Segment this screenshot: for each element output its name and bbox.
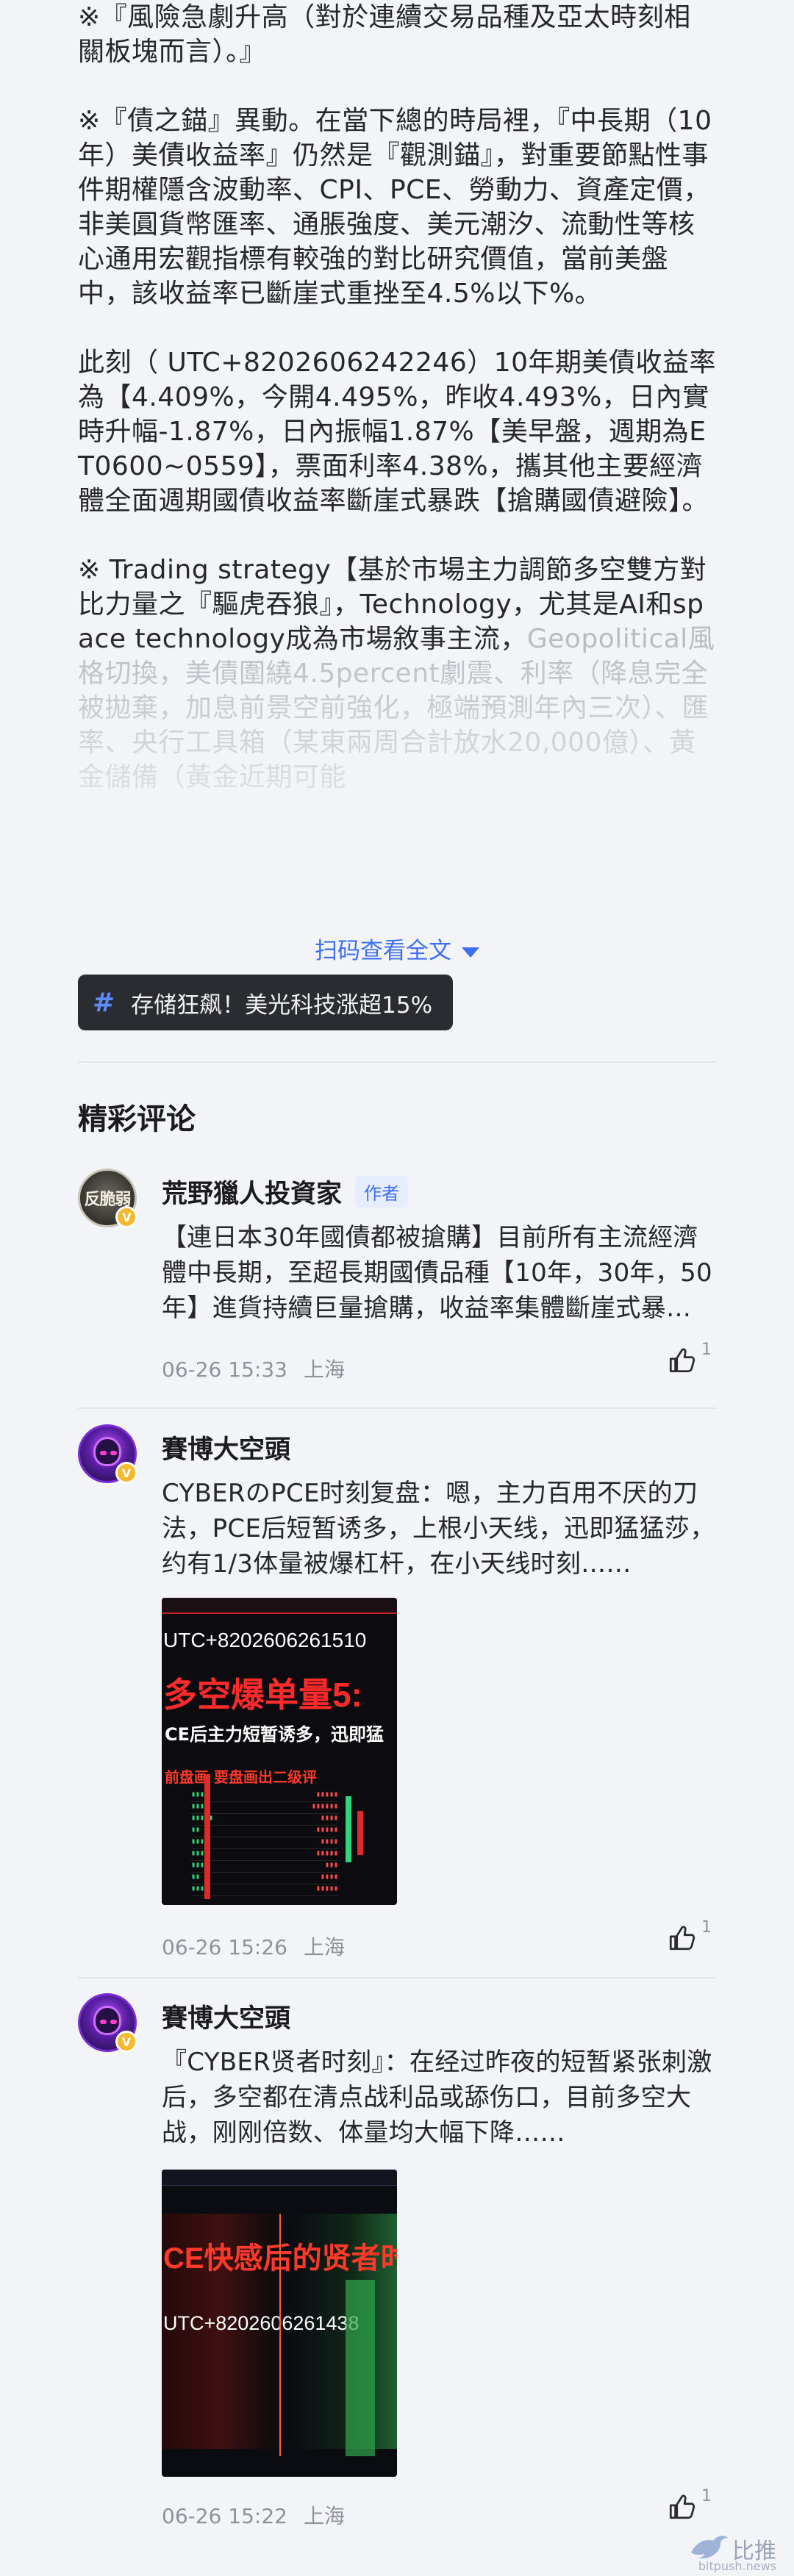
avatar[interactable]: V	[78, 1993, 137, 2053]
image-depth-bar	[346, 2280, 375, 2456]
like-count: 1	[701, 2487, 712, 2505]
like-count: 1	[701, 1341, 712, 1359]
image-subheadline: CE后主力短暂诱多，迅即猛	[165, 1724, 385, 1745]
comment-user-name: 賽博大空頭	[162, 1435, 291, 1465]
comment-meta: 06-26 15:22 上海	[162, 2500, 345, 2530]
thumbs-up-icon	[669, 2494, 695, 2519]
bird-logo-icon	[691, 2536, 728, 2559]
divider	[78, 1977, 716, 1978]
avatar[interactable]: V	[78, 1424, 137, 1484]
image-price-line	[279, 2214, 281, 2456]
comment-user-name: 賽博大空頭	[162, 2004, 291, 2034]
comment-location: 上海	[303, 1935, 345, 1959]
comment-date: 06-26 15:26	[162, 1935, 287, 1959]
avatar[interactable]: 反脆弱 V	[78, 1169, 137, 1228]
thumbs-up-icon	[669, 1926, 695, 1951]
verified-badge-icon: V	[115, 2031, 137, 2053]
comment-text[interactable]: 【連日本30年國債都被搶購】目前所有主流經濟體中長期，至超長期國債品種【10年，…	[162, 1220, 718, 1326]
verified-badge-icon: V	[115, 1206, 137, 1228]
image-utc-text: UTC+8202606261510	[163, 1629, 367, 1651]
like-button[interactable]: 1	[666, 2487, 718, 2528]
image-headline: 多空爆单量5:	[163, 1676, 362, 1714]
topic-tag-label: 存储狂飙！美光科技涨超15%	[131, 991, 433, 1019]
comment-item: 反脆弱 V 荒野獵人投資家 作者 【連日本30年國債都被搶購】目前所有主流經濟體…	[78, 1169, 718, 1389]
comment-image[interactable]: UTC+8202606261510 多空爆单量5: CE后主力短暂诱多，迅即猛 …	[162, 1598, 397, 1905]
caret-down-icon	[462, 947, 479, 958]
watermark-site: bitpush.news	[698, 2559, 776, 2573]
like-button[interactable]: 1	[666, 1918, 718, 1959]
divider	[78, 1407, 716, 1409]
topic-tag[interactable]: # 存储狂飙！美光科技涨超15%	[78, 975, 454, 1030]
comment-date: 06-26 15:22	[162, 2504, 287, 2528]
comment-user[interactable]: 賽博大空頭	[162, 1429, 290, 1466]
read-more-link[interactable]: 扫码查看全文	[0, 932, 794, 965]
comment-image[interactable]: CE快感后的贤者时 UTC+8202606261438	[162, 2170, 397, 2477]
image-header-bar	[162, 1598, 397, 1614]
watermark: 比推 bitpush.news	[688, 2527, 776, 2573]
author-badge: 作者	[355, 1176, 409, 1208]
image-header-bar	[162, 2170, 397, 2186]
image-candle	[204, 1774, 210, 1899]
article-paragraph-truncated: ※ Trading strategy【基於市場主力調節多空雙方對比力量之『驅虎吞…	[78, 553, 718, 794]
divider	[78, 1061, 716, 1063]
comment-user-name: 荒野獵人投資家	[162, 1180, 343, 1209]
image-data-table: ▮▮▮▮ ▮▮▮▮▮ ▮▮▮ ▮▮▮▮▮▮ ▮▮▮▮▮ ▮▮▮▮ ▮▮ ▮▮▮▮▮ ▮▮…	[191, 1790, 338, 1896]
like-button[interactable]: 1	[666, 1341, 718, 1382]
article-paragraph: 此刻（ UTC+8202606242246）10年期美債收益率為【4.409%，…	[78, 348, 717, 516]
image-candle	[357, 1811, 363, 1855]
image-candle	[346, 1796, 351, 1862]
robot-face-icon	[93, 2006, 121, 2035]
hashtag-icon: #	[93, 987, 115, 1018]
comment-location: 上海	[303, 2504, 345, 2528]
comment-text[interactable]: 『CYBER贤者时刻』：在经过昨夜的短暂紧张刺激后，多空都在清点战利品或舔伤口，…	[162, 2045, 718, 2150]
comment-text[interactable]: CYBERのPCE时刻复盘：嗯，主力百用不厌的刀法，PCE后短暂诱多，上根小天线…	[162, 1476, 718, 1582]
read-more-label: 扫码查看全文	[315, 938, 451, 964]
image-overlay-text: 前盘画 要盘画出二级评	[165, 1768, 317, 1786]
robot-face-icon	[93, 1437, 121, 1466]
article-paragraph: ※『風險急劇升高（對於連續交易品種及亞太時刻相關板塊而言）。』	[78, 2, 691, 67]
page: ※『風險急劇升高（對於連續交易品種及亞太時刻相關板塊而言）。』 ※『債之錨』異動…	[0, 0, 794, 2576]
comment-item: V 賽博大空頭 『CYBER贤者时刻』：在经过昨夜的短暂紧张刺激后，多空都在清点…	[78, 1993, 718, 2528]
article-paragraph: ※『債之錨』異動。在當下總的時局裡，『中長期（10年）美債收益率』仍然是『觀測錨…	[78, 106, 712, 309]
comment-location: 上海	[303, 1357, 345, 1382]
article-body: ※『風險急劇升高（對於連續交易品種及亞太時刻相關板塊而言）。』 ※『債之錨』異動…	[78, 0, 718, 829]
comment-user[interactable]: 荒野獵人投資家 作者	[162, 1173, 409, 1210]
verified-badge-icon: V	[115, 1462, 137, 1484]
comment-meta: 06-26 15:33 上海	[162, 1354, 345, 1383]
image-utc-text: UTC+8202606261438	[163, 2312, 360, 2334]
comment-meta: 06-26 15:26 上海	[162, 1931, 345, 1961]
thumbs-up-icon	[669, 1348, 695, 1373]
like-count: 1	[701, 1918, 712, 1937]
section-title: 精彩评论	[78, 1102, 196, 1136]
comment-item: V 賽博大空頭 CYBERのPCE时刻复盘：嗯，主力百用不厌的刀法，PCE后短暂…	[78, 1424, 718, 1959]
comment-date: 06-26 15:33	[162, 1357, 287, 1382]
comment-user[interactable]: 賽博大空頭	[162, 1998, 290, 2035]
